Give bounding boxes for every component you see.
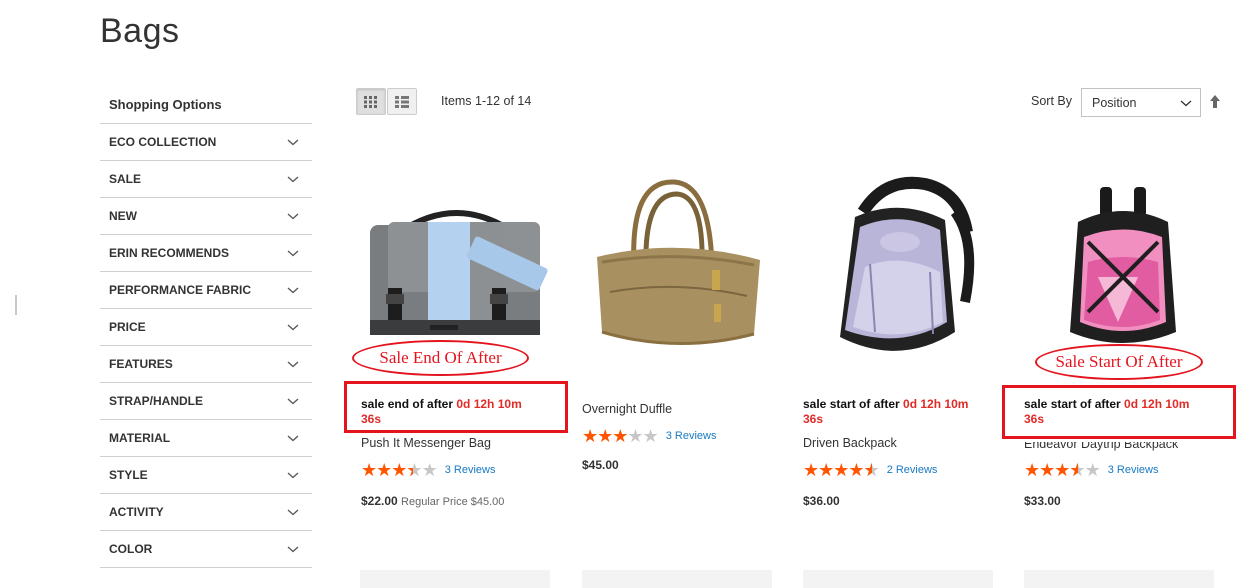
chevron-down-icon xyxy=(287,213,299,220)
product-rating: ★★★★★★ 3 Reviews xyxy=(1024,461,1158,479)
grid-icon xyxy=(364,95,377,108)
filter-label: MATERIAL xyxy=(109,431,171,445)
filter-price[interactable]: PRICE xyxy=(100,309,312,346)
filter-style[interactable]: STYLE xyxy=(100,457,312,494)
chevron-down-icon xyxy=(287,361,299,368)
sale-timer: sale start of after 0d 12h 10m 36s xyxy=(803,397,968,427)
sort-by-select[interactable]: Position xyxy=(1081,88,1201,117)
page-title: Bags xyxy=(100,12,180,50)
chevron-down-icon xyxy=(287,546,299,553)
chevron-down-icon xyxy=(1180,100,1192,106)
filter-label: ERIN RECOMMENDS xyxy=(109,246,230,260)
next-row-product-image xyxy=(582,570,772,588)
chevron-down-icon xyxy=(287,324,299,331)
product-name[interactable]: Push It Messenger Bag xyxy=(361,436,491,450)
filter-features[interactable]: FEATURES xyxy=(100,346,312,383)
annotation-box-sale-end xyxy=(344,381,568,433)
filter-label: STRAP/HANDLE xyxy=(109,394,204,408)
product-rating: ★★★ ★★ 3 Reviews xyxy=(582,427,716,445)
product-price: $33.00 xyxy=(1024,494,1061,508)
filter-strap-handle[interactable]: STRAP/HANDLE xyxy=(100,383,312,420)
final-price: $45.00 xyxy=(582,458,619,472)
product-price: $45.00 xyxy=(582,458,619,472)
annotation-oval-sale-end: Sale End Of After xyxy=(352,340,529,376)
filter-label: FEATURES xyxy=(109,357,173,371)
arrow-up-icon[interactable] xyxy=(1208,94,1222,110)
filter-activity[interactable]: ACTIVITY xyxy=(100,494,312,531)
chevron-down-icon xyxy=(287,176,299,183)
reviews-link[interactable]: 3 Reviews xyxy=(666,430,717,442)
filter-label: SALE xyxy=(109,172,142,186)
timer-seconds: 36s xyxy=(803,412,824,426)
product-name[interactable]: Overnight Duffle xyxy=(582,402,672,416)
rating-stars: ★★★★★★ xyxy=(1024,460,1101,480)
filter-label: COLOR xyxy=(109,542,153,556)
final-price: $33.00 xyxy=(1024,494,1061,508)
filter-label: ACTIVITY xyxy=(109,505,164,519)
filter-label: PRICE xyxy=(109,320,146,334)
product-price: $22.00 Regular Price $45.00 xyxy=(361,494,504,508)
list-icon xyxy=(395,95,409,108)
filter-label: ECO COLLECTION xyxy=(109,135,217,149)
chevron-down-icon xyxy=(287,250,299,257)
backpack-purple-icon xyxy=(840,176,975,351)
regular-price: Regular Price $45.00 xyxy=(401,496,505,508)
final-price: $36.00 xyxy=(803,494,840,508)
next-row-product-image xyxy=(1024,570,1214,588)
backpack-pink-icon xyxy=(1070,187,1176,343)
items-count: Items 1-12 of 14 xyxy=(441,94,532,108)
chevron-down-icon xyxy=(287,472,299,479)
product-rating: ★★★★★★ 3 Reviews xyxy=(361,461,495,479)
sort-by-value: Position xyxy=(1092,95,1137,110)
chevron-down-icon xyxy=(287,435,299,442)
shopping-options-sidebar: Shopping Options ECO COLLECTION SALE NEW… xyxy=(100,86,312,568)
duffle-bag-icon xyxy=(597,179,760,346)
chevron-down-icon xyxy=(287,139,299,146)
filter-performance-fabric[interactable]: PERFORMANCE FABRIC xyxy=(100,272,312,309)
annotation-box-sale-start xyxy=(1002,385,1236,439)
reviews-link[interactable]: 3 Reviews xyxy=(445,464,496,476)
filter-material[interactable]: MATERIAL xyxy=(100,420,312,457)
next-row-product-image xyxy=(803,570,993,588)
sidebar-title: Shopping Options xyxy=(100,86,312,124)
filter-label: NEW xyxy=(109,209,137,223)
rating-stars: ★★★★★★ xyxy=(803,460,880,480)
timer-time: 0d 12h 10m xyxy=(903,397,969,411)
rating-stars: ★★★ ★★ xyxy=(582,426,659,446)
product-price: $36.00 xyxy=(803,494,840,508)
filter-eco-collection[interactable]: ECO COLLECTION xyxy=(100,124,312,161)
list-view-button[interactable] xyxy=(387,88,417,115)
next-row-product-image xyxy=(360,570,550,588)
sort-by-label: Sort By xyxy=(1031,94,1072,108)
special-price: $22.00 xyxy=(361,494,398,508)
filter-color[interactable]: COLOR xyxy=(100,531,312,568)
product-name[interactable]: Endeavor Daytrip Backpack xyxy=(1024,442,1178,451)
products-toolbar: Items 1-12 of 14 Sort By Position xyxy=(356,88,1226,117)
chevron-down-icon xyxy=(287,287,299,294)
filter-sale[interactable]: SALE xyxy=(100,161,312,198)
reviews-link[interactable]: 2 Reviews xyxy=(887,464,938,476)
grid-view-button[interactable] xyxy=(356,88,386,115)
filter-new[interactable]: NEW xyxy=(100,198,312,235)
filter-label: STYLE xyxy=(109,468,148,482)
reviews-link[interactable]: 3 Reviews xyxy=(1108,464,1159,476)
annotation-oval-sale-start: Sale Start Of After xyxy=(1035,344,1203,380)
scroll-edge-marker xyxy=(15,295,17,315)
messenger-bag-icon xyxy=(370,210,548,335)
product-rating: ★★★★ ★ ★ 2 Reviews xyxy=(803,461,937,479)
timer-prefix: sale start of after xyxy=(803,397,900,411)
chevron-down-icon xyxy=(287,509,299,516)
product-name[interactable]: Driven Backpack xyxy=(803,436,897,450)
chevron-down-icon xyxy=(287,398,299,405)
filter-label: PERFORMANCE FABRIC xyxy=(109,283,252,297)
filter-erin-recommends[interactable]: ERIN RECOMMENDS xyxy=(100,235,312,272)
rating-stars: ★★★★★★ xyxy=(361,460,438,480)
